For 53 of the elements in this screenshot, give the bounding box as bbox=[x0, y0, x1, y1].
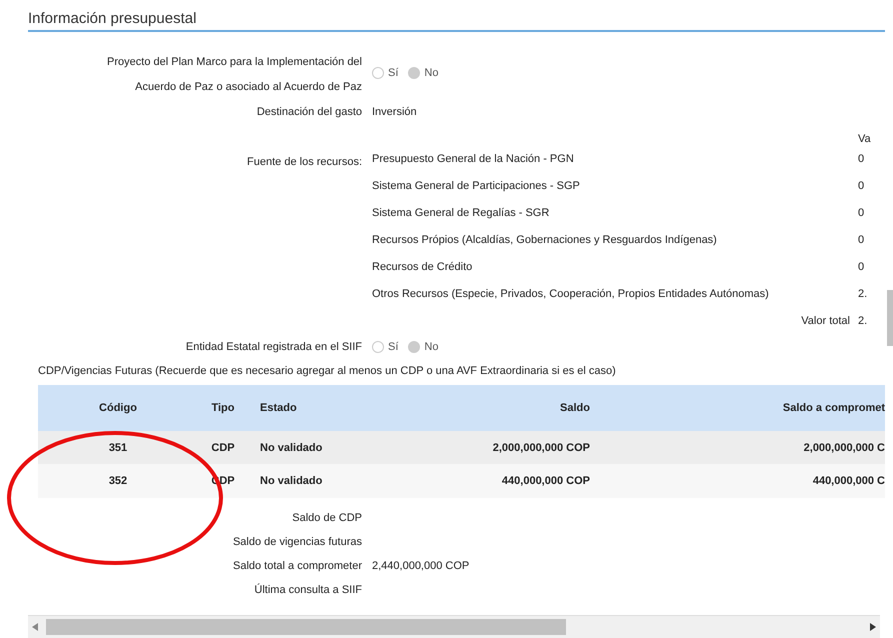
table-cell-text: 2,000,000,000 COP bbox=[492, 442, 590, 454]
field-label: Proyecto del Plan Marco para la Implementación del Acuerdo de Paz o asociado al Acuerdo de Paz bbox=[106, 55, 362, 95]
option-label: No bbox=[424, 67, 438, 79]
scroll-left-icon[interactable] bbox=[32, 623, 38, 631]
summary-label: Saldo de CDP bbox=[291, 511, 362, 526]
source-name: Sistema General de Participaciones - SGP bbox=[372, 179, 581, 194]
radio-button[interactable] bbox=[372, 67, 384, 79]
field-label: Destinación del gasto bbox=[256, 105, 362, 120]
summary-value: 2,440,000,000 COP bbox=[372, 560, 470, 572]
radio-button[interactable] bbox=[408, 341, 420, 353]
total-value: 2. bbox=[858, 314, 868, 329]
cdp-note: CDP/Vigencias Futuras (Recuerde que es necesario agregar al menos un CDP o una AVF Extraordinaria si es el caso) bbox=[38, 365, 617, 377]
summary-label: Saldo total a comprometer bbox=[232, 559, 362, 574]
source-value: 0 bbox=[858, 260, 866, 275]
scroll-right-icon[interactable] bbox=[870, 623, 876, 631]
table-cell-text: 351 bbox=[108, 442, 128, 454]
option-label: Sí bbox=[388, 341, 398, 353]
table-cell-text: CDP bbox=[210, 442, 236, 454]
column-header: Va bbox=[858, 132, 872, 146]
summary-label: Última consulta a SIIF bbox=[253, 582, 362, 598]
source-value: 2. bbox=[858, 287, 868, 302]
column-header: Tipo bbox=[210, 402, 236, 414]
table-cell-text: No validado bbox=[259, 475, 324, 487]
field-value: Inversión bbox=[372, 106, 417, 118]
table-cell-text: 352 bbox=[108, 475, 128, 487]
source-value: 0 bbox=[858, 152, 866, 167]
column-header: Código bbox=[98, 402, 138, 414]
source-name: Sistema General de Regalías - SGR bbox=[372, 206, 550, 221]
table-cell-text: 440,000,000 COP bbox=[500, 475, 590, 487]
section-title: Información presupuestal bbox=[28, 10, 885, 32]
source-value: 0 bbox=[858, 233, 866, 248]
option-label: Sí bbox=[388, 67, 398, 79]
source-value: 0 bbox=[858, 179, 866, 194]
table-cell-text: 2,000,000,000 C bbox=[802, 442, 885, 454]
table-cell-text: No validado bbox=[259, 442, 324, 454]
column-header: Saldo bbox=[559, 402, 590, 414]
horizontal-scrollbar[interactable] bbox=[28, 615, 880, 638]
source-name: Otros Recursos (Especie, Privados, Cooperación, Propios Entidades Autónomas) bbox=[372, 287, 770, 302]
source-name: Recursos Própios (Alcaldías, Gobernaciones y Resguardos Indígenas) bbox=[372, 233, 718, 248]
column-header: Saldo a compromet bbox=[782, 402, 885, 414]
scrollbar-thumb[interactable] bbox=[887, 290, 893, 346]
field-label: Fuente de los recursos: bbox=[246, 155, 362, 170]
summary-label: Saldo de vigencias futuras bbox=[232, 535, 362, 550]
column-header: Estado bbox=[259, 402, 298, 414]
source-value: 0 bbox=[858, 206, 866, 221]
source-name: Recursos de Crédito bbox=[372, 260, 474, 275]
source-name: Presupuesto General de la Nación - PGN bbox=[372, 152, 575, 167]
field-label: Entidad Estatal registrada en el SIIF bbox=[184, 340, 362, 355]
radio-button[interactable] bbox=[372, 341, 384, 353]
radio-button[interactable] bbox=[408, 67, 420, 79]
table-cell-text: 440,000,000 C bbox=[812, 475, 885, 487]
total-label: Valor total bbox=[800, 314, 850, 329]
option-label: No bbox=[424, 341, 438, 353]
